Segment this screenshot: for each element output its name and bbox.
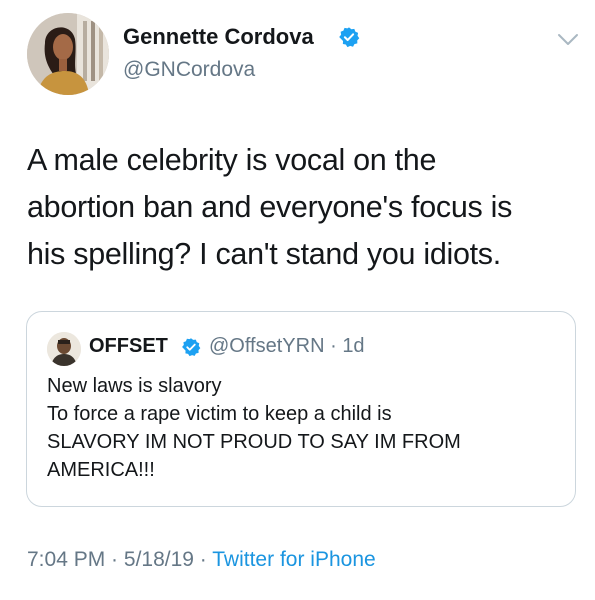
- author-avatar[interactable]: [27, 13, 109, 95]
- quoted-text-line: To force a rape victim to keep a child i…: [47, 403, 392, 425]
- tweet-card: Gennette Cordova @GNCordova A male celeb…: [0, 0, 595, 600]
- meta-separator: ·: [324, 335, 343, 357]
- quoted-tweet[interactable]: OFFSET @OffsetYRN · 1d New laws is slavo…: [26, 311, 576, 507]
- tweet-text-line: abortion ban and everyone's focus is: [27, 190, 513, 224]
- tweet-text-line: A male celebrity is vocal on the: [27, 143, 437, 177]
- quoted-author-handle[interactable]: @OffsetYRN: [209, 335, 325, 357]
- tweet-date[interactable]: 5/18/19: [124, 548, 194, 571]
- quoted-avatar-photo: [47, 332, 81, 366]
- quoted-tweet-age[interactable]: 1d: [342, 335, 364, 357]
- avatar-photo: [27, 13, 109, 95]
- author-handle[interactable]: @GNCordova: [123, 58, 255, 82]
- quoted-author-name[interactable]: OFFSET: [89, 335, 168, 358]
- quoted-author-avatar[interactable]: [47, 332, 81, 366]
- tweet-text: A male celebrity is vocal on the abortio…: [27, 137, 572, 278]
- tweet-text-line: his spelling? I can't stand you idiots.: [27, 237, 501, 271]
- author-name[interactable]: Gennette Cordova: [123, 24, 314, 50]
- chevron-down-icon[interactable]: [557, 33, 579, 47]
- footer-separator: ·: [105, 548, 124, 571]
- tweet-source-link[interactable]: Twitter for iPhone: [212, 548, 375, 571]
- quoted-meta: @OffsetYRN · 1d: [209, 335, 365, 358]
- footer-separator: ·: [193, 548, 213, 571]
- tweet-footer: 7:04 PM · 5/18/19 · Twitter for iPhone: [27, 548, 376, 572]
- verified-badge-icon: [339, 27, 360, 48]
- quoted-tweet-text: New laws is slavory To force a rape vict…: [47, 372, 562, 484]
- quoted-text-line: AMERICA!!!: [47, 459, 155, 481]
- verified-badge-icon: [182, 338, 201, 357]
- quoted-text-line: SLAVORY IM NOT PROUD TO SAY IM FROM: [47, 431, 461, 453]
- tweet-time[interactable]: 7:04 PM: [27, 548, 105, 571]
- quoted-text-line: New laws is slavory: [47, 375, 222, 397]
